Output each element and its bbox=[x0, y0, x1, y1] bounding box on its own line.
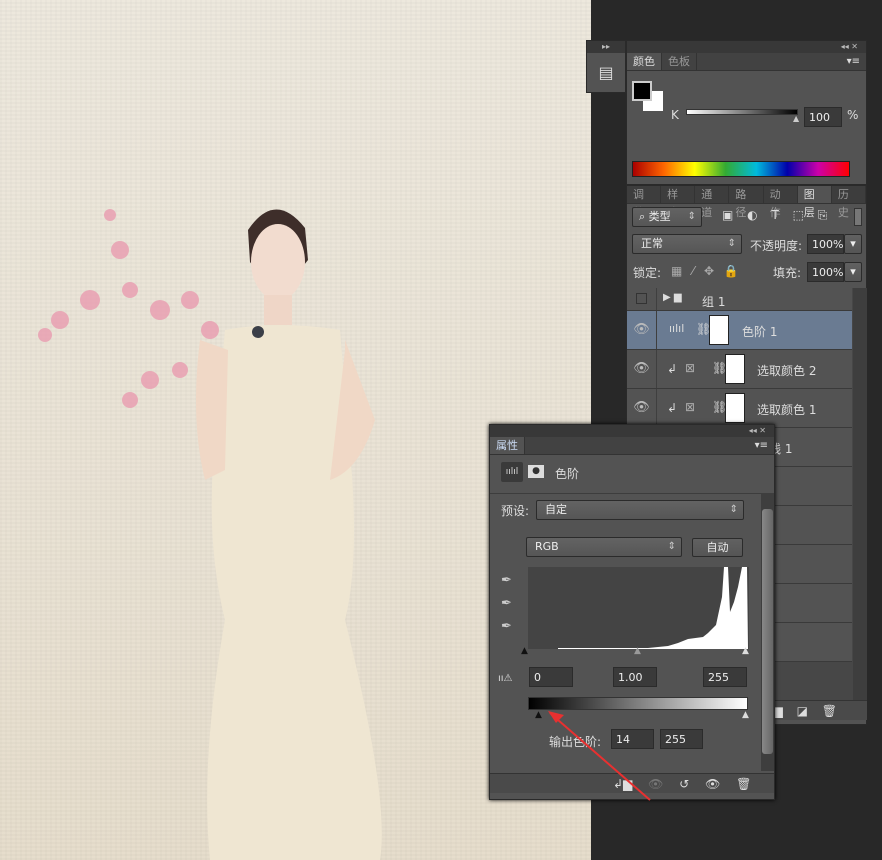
histogram bbox=[528, 567, 749, 649]
tab-paths[interactable]: 路径 bbox=[729, 186, 764, 219]
layer-name: 选取颜色 1 bbox=[757, 403, 817, 417]
opacity-dropdown[interactable]: ▾ bbox=[844, 234, 862, 254]
input-gamma-field[interactable]: 1.00 bbox=[613, 667, 657, 687]
tab-actions[interactable]: 动作 bbox=[764, 186, 798, 219]
levels-adjustment-icon[interactable]: ıılıl bbox=[501, 462, 523, 482]
visibility-icon[interactable]: 👁 bbox=[705, 777, 720, 791]
tab-channels[interactable]: 通道 bbox=[695, 186, 730, 219]
input-gamma-slider[interactable]: ▲ bbox=[634, 646, 641, 656]
visibility-toggle-empty[interactable] bbox=[627, 288, 657, 310]
tab-history[interactable]: 历史 bbox=[832, 186, 866, 219]
foreground-color-swatch[interactable] bbox=[632, 81, 652, 101]
tab-swatches[interactable]: 色板 bbox=[662, 53, 697, 70]
selective-color-icon: ⊠ bbox=[685, 361, 696, 375]
eye-icon[interactable]: 👁 bbox=[627, 311, 657, 349]
color-spectrum-bar[interactable] bbox=[632, 161, 850, 177]
percent-label: % bbox=[847, 108, 859, 122]
eyedropper-tools: ✒ ✒ ✒ bbox=[501, 569, 512, 638]
input-black-field[interactable]: 0 bbox=[529, 667, 573, 687]
layer-row-levels-selected[interactable]: 👁 ıılıl ⛓ 色阶 1 bbox=[627, 311, 852, 350]
tab-color[interactable]: 颜色 bbox=[627, 53, 662, 70]
fill-dropdown[interactable]: ▾ bbox=[844, 262, 862, 282]
gray-point-eyedropper-icon[interactable]: ✒ bbox=[501, 592, 512, 615]
input-white-field[interactable]: 255 bbox=[703, 667, 747, 687]
lock-label: 锁定: bbox=[633, 266, 662, 280]
auto-button[interactable]: 自动 bbox=[692, 538, 743, 557]
collapsed-tool-strip: ▸▸ ▤ bbox=[586, 40, 626, 93]
panel-collapse-close[interactable]: ◂◂ ✕ bbox=[490, 425, 774, 437]
expand-icon[interactable]: ▸▸ bbox=[587, 41, 625, 53]
panel-collapse-close[interactable]: ◂◂ ✕ bbox=[627, 41, 866, 53]
clone-source-icon[interactable]: ▤ bbox=[587, 63, 625, 82]
fill-input[interactable]: 100% bbox=[807, 262, 844, 282]
output-white-field[interactable]: 255 bbox=[660, 729, 703, 749]
layer-mask-thumbnail[interactable] bbox=[709, 315, 729, 345]
new-layer-icon[interactable]: ◪ bbox=[797, 704, 808, 718]
channel-select[interactable]: RGB bbox=[526, 537, 682, 557]
eye-icon[interactable]: 👁 bbox=[627, 350, 657, 388]
delete-icon[interactable]: 🗑 bbox=[736, 777, 751, 791]
filter-kind-label: 类型 bbox=[648, 210, 671, 223]
k-slider-thumb[interactable]: ▲ bbox=[793, 114, 799, 123]
color-panel: ◂◂ ✕ 颜色 色板 ▾≡ K ▲ 100 % bbox=[626, 40, 867, 185]
eye-icon[interactable]: 👁 bbox=[627, 389, 657, 427]
filter-toggle[interactable] bbox=[854, 208, 862, 226]
red-annotation-arrow bbox=[548, 711, 651, 801]
fill-label: 填充: bbox=[773, 266, 802, 280]
clip-arrow-icon: ↲ bbox=[667, 401, 678, 415]
mask-icon[interactable]: ● bbox=[528, 465, 544, 478]
panel-menu-icon[interactable]: ▾≡ bbox=[755, 437, 774, 454]
preset-select[interactable]: 自定 bbox=[536, 500, 744, 520]
preset-label: 预设: bbox=[501, 504, 530, 518]
blend-mode-select[interactable]: 正常 bbox=[632, 234, 742, 254]
tab-styles[interactable]: 样式 bbox=[661, 186, 696, 219]
output-white-slider[interactable]: ▲ bbox=[742, 710, 749, 720]
layer-name: 选取颜色 2 bbox=[757, 364, 817, 378]
clipping-warning-icon[interactable]: ıı⚠ bbox=[498, 673, 513, 684]
input-black-slider[interactable]: ▲ bbox=[521, 646, 528, 656]
tab-layers[interactable]: 图层 bbox=[797, 186, 832, 219]
layer-row-group[interactable]: ▶ ▆ 组 1 bbox=[627, 288, 852, 311]
properties-title: 色阶 bbox=[555, 467, 580, 481]
layer-name: 组 1 bbox=[702, 295, 726, 309]
reset-icon[interactable]: ↺ bbox=[679, 777, 689, 791]
properties-scrollbar[interactable] bbox=[761, 493, 774, 771]
layer-mask-thumbnail[interactable] bbox=[725, 393, 745, 423]
opacity-input[interactable]: 100% bbox=[807, 234, 844, 254]
layer-name: 色阶 1 bbox=[742, 325, 778, 339]
selective-color-icon: ⊠ bbox=[685, 400, 696, 414]
layer-filter-kind[interactable]: ⌕ 类型 bbox=[632, 207, 702, 227]
k-value-input[interactable]: 100 bbox=[804, 107, 842, 127]
lock-icons[interactable]: ▦ ⁄ ✥ 🔒 bbox=[671, 264, 739, 278]
input-white-slider[interactable]: ▲ bbox=[742, 646, 749, 656]
k-slider[interactable] bbox=[686, 109, 798, 115]
layers-scrollbar[interactable] bbox=[853, 288, 867, 700]
white-point-eyedropper-icon[interactable]: ✒ bbox=[501, 615, 512, 638]
layer-row[interactable]: 👁 ↲ ⊠ ⛓ 选取颜色 1 bbox=[627, 389, 852, 428]
layer-row[interactable]: 👁 ↲ ⊠ ⛓ 选取颜色 2 bbox=[627, 350, 852, 389]
filter-icons[interactable]: ▣ ◐ T ⬚ ⎘ bbox=[722, 208, 827, 223]
expand-arrow-icon[interactable]: ▶ ▆ bbox=[663, 292, 682, 303]
tab-adjustments[interactable]: 调整 bbox=[627, 186, 662, 219]
black-point-eyedropper-icon[interactable]: ✒ bbox=[501, 569, 512, 592]
layer-mask-thumbnail[interactable] bbox=[725, 354, 745, 384]
delete-layer-icon[interactable]: 🗑 bbox=[822, 704, 837, 718]
clip-arrow-icon: ↲ bbox=[667, 362, 678, 376]
levels-icon: ıılıl bbox=[669, 322, 685, 335]
panel-menu-icon[interactable]: ▾≡ bbox=[847, 53, 866, 70]
tab-properties[interactable]: 属性 bbox=[490, 437, 525, 454]
k-label: K bbox=[671, 108, 679, 122]
opacity-label: 不透明度: bbox=[750, 239, 803, 253]
